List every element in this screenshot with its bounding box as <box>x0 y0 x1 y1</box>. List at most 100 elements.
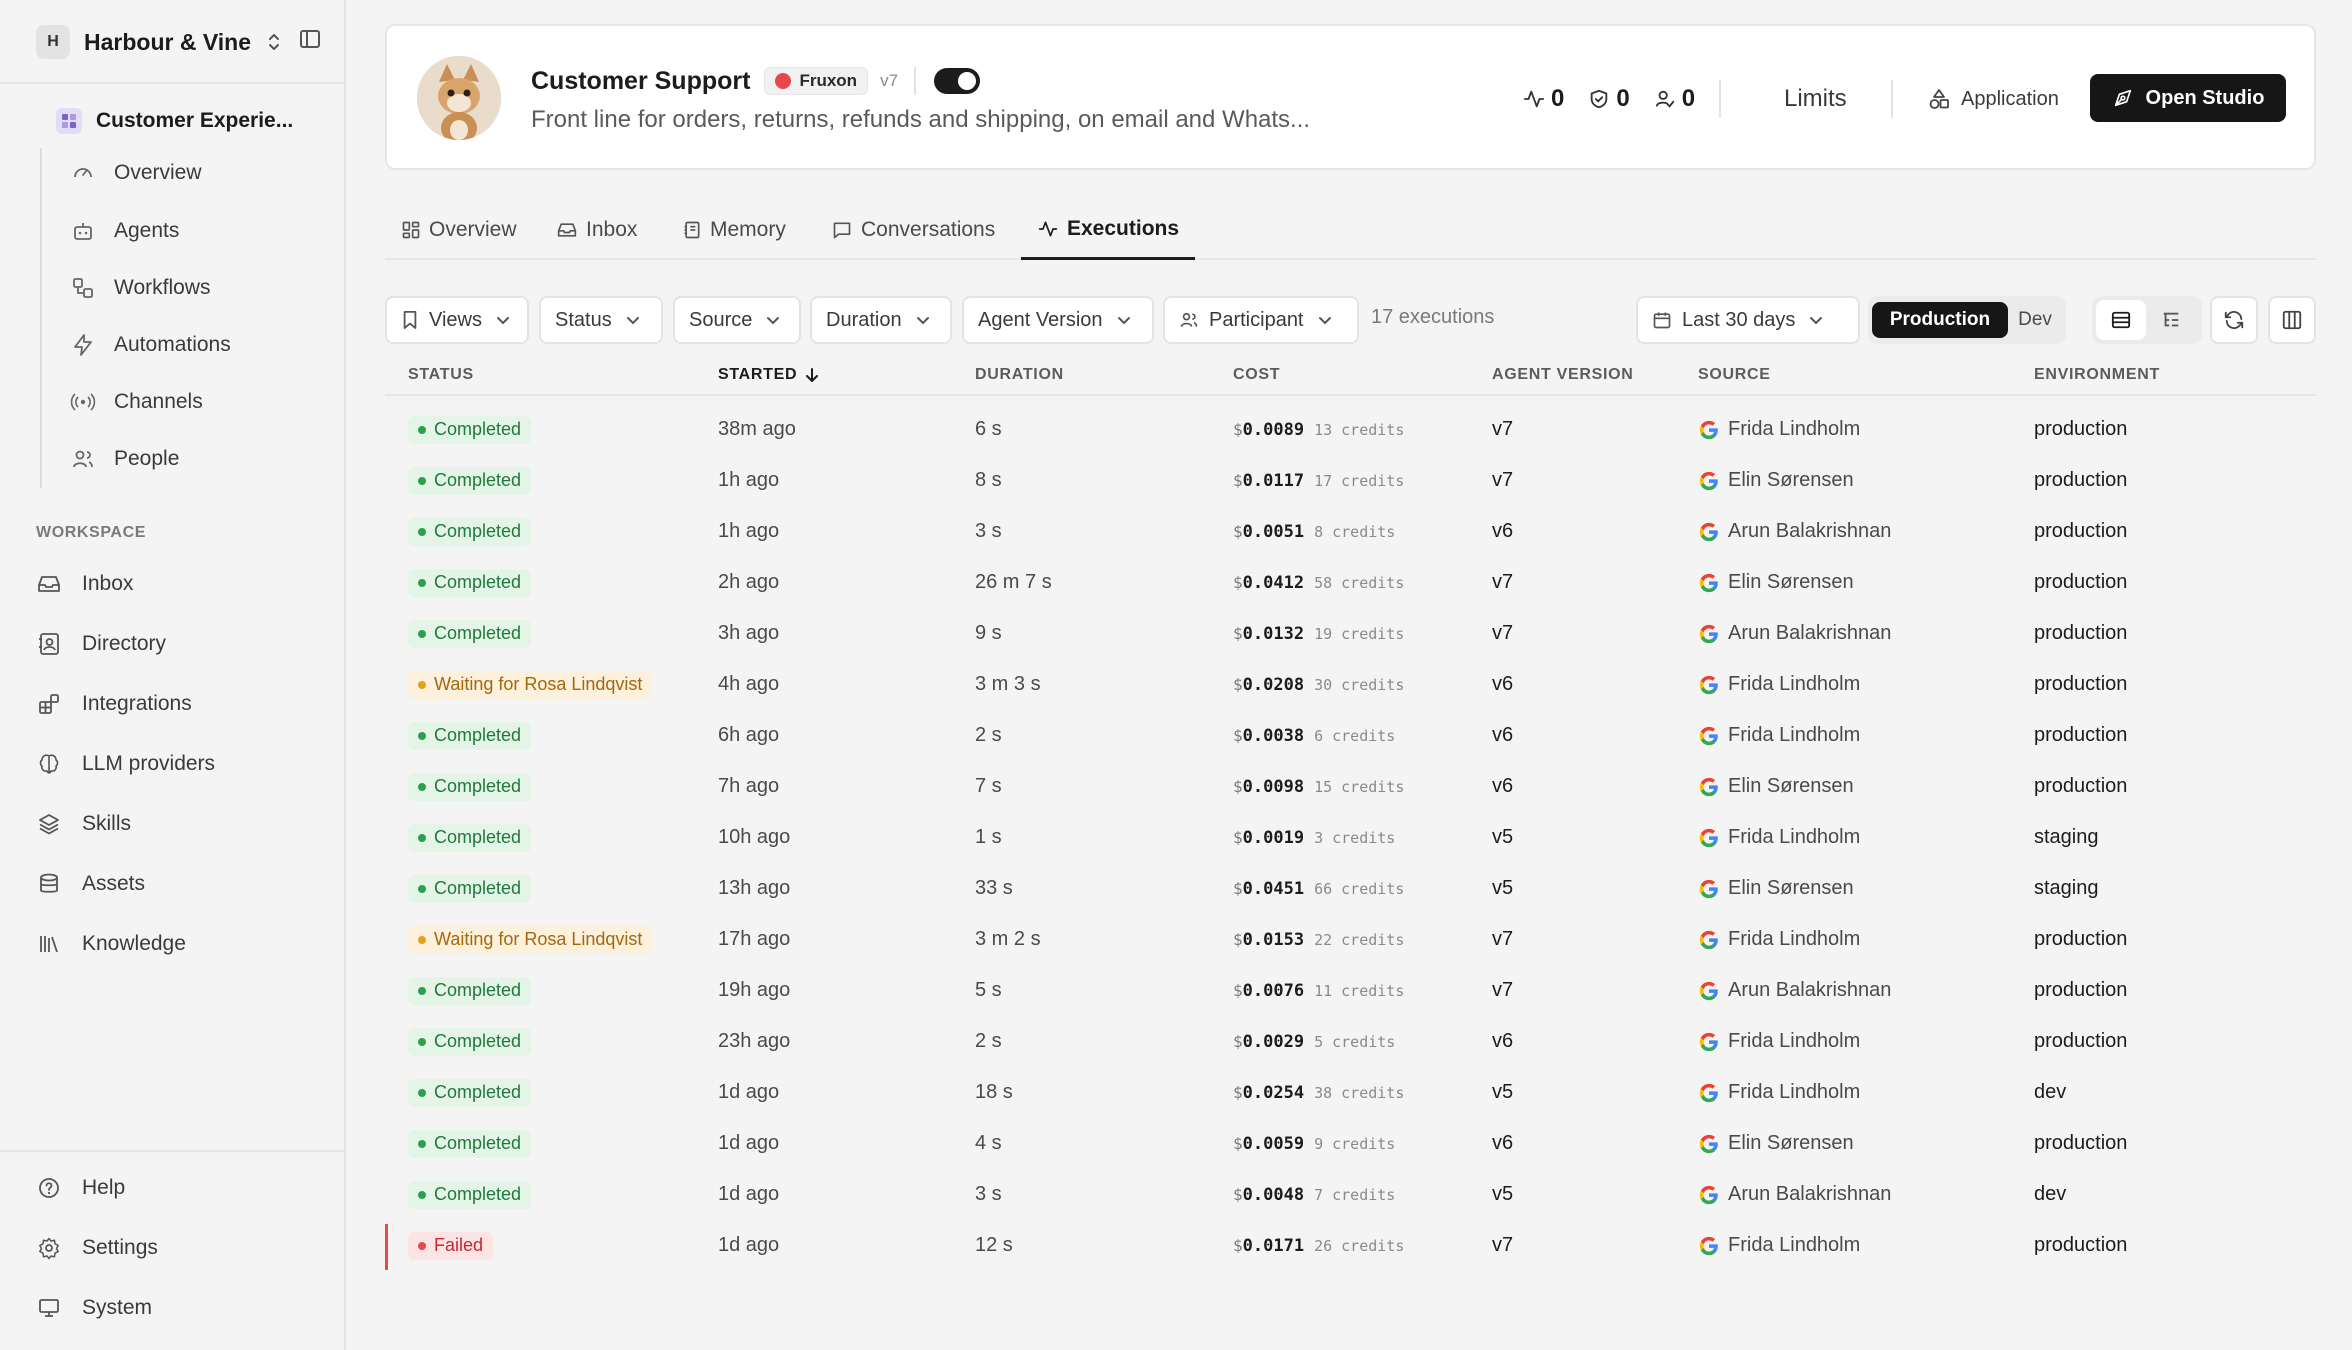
date-range-button[interactable]: Last 30 days <box>1636 296 1860 344</box>
tree-view-icon[interactable] <box>2146 300 2196 340</box>
participant-filter-button[interactable]: Participant <box>1163 296 1359 344</box>
tab-memory[interactable]: Memory <box>666 200 802 260</box>
table-row[interactable]: Completed 19h ago 5 s $0.0076 11 credits v7 Ar… <box>385 965 2316 1016</box>
status-filter-button[interactable]: Status <box>539 296 663 344</box>
table-row[interactable]: Failed 1d ago 12 s $0.0171 26 credits v7 Frida… <box>385 1220 2316 1271</box>
org-switcher[interactable]: H Harbour & Vine <box>36 24 326 60</box>
google-icon <box>1699 1185 1718 1204</box>
sidebar-item-settings[interactable]: Settings <box>34 1228 158 1268</box>
column-started[interactable]: STARTED <box>718 356 819 394</box>
status-text: Completed <box>434 572 522 592</box>
status-dot-icon <box>418 833 426 842</box>
table-row[interactable]: Completed 1d ago 3 s $0.0048 7 credits v5 Arun… <box>385 1169 2316 1220</box>
environment-cell: production <box>2034 928 2128 950</box>
sidebar-item-knowledge[interactable]: Knowledge <box>34 924 186 964</box>
sidebar-item-integrations[interactable]: Integrations <box>34 684 192 724</box>
source-name: Arun Balakrishnan <box>1728 1183 1892 1205</box>
table-row[interactable]: Completed 3h ago 9 s $0.0132 19 credits v7 Aru… <box>385 608 2316 659</box>
column-environment[interactable]: ENVIRONMENT <box>2034 356 2160 394</box>
sidebar-item-overview[interactable]: Overview <box>68 153 202 193</box>
sidebar-item-agents[interactable]: Agents <box>68 211 179 251</box>
table-row[interactable]: Waiting for Rosa Lindqvist 17h ago 3 m 2 s… <box>385 914 2316 965</box>
sidebar-footer-divider <box>0 1150 346 1152</box>
radio-icon <box>68 387 98 417</box>
limits-button[interactable]: Limits <box>1784 80 1847 118</box>
columns-button[interactable] <box>2268 296 2316 344</box>
tab-inbox[interactable]: Inbox <box>540 200 653 260</box>
table-row[interactable]: Completed 38m ago 6 s $0.0089 13 credits v7 Fr… <box>385 404 2316 455</box>
org-name: Harbour & Vine <box>84 28 251 55</box>
tab-executions[interactable]: Executions <box>1021 200 1196 260</box>
sidebar-item-channels[interactable]: Channels <box>68 382 203 422</box>
agent-version-cell: v5 <box>1492 1183 1514 1205</box>
application-button[interactable]: Application <box>1927 80 2059 118</box>
agent-version-filter-button[interactable]: Agent Version <box>962 296 1154 344</box>
sidebar-item-inbox[interactable]: Inbox <box>34 564 133 604</box>
limits-divider <box>1891 80 1893 118</box>
source-name: Frida Lindholm <box>1728 1234 1861 1256</box>
refresh-button[interactable] <box>2210 296 2258 344</box>
duration-cell: 5 s <box>975 979 1002 1001</box>
sidebar-item-skills[interactable]: Skills <box>34 804 131 844</box>
stat-users[interactable]: 0 <box>1654 85 1695 113</box>
table-row[interactable]: Completed 10h ago 1 s $0.0019 3 credits v5 Fri… <box>385 812 2316 863</box>
agent-version-cell: v6 <box>1492 1132 1514 1154</box>
shapes-icon <box>1929 89 1949 109</box>
cost-credits: 58 credits <box>1314 573 1405 592</box>
status-cell: Failed <box>408 1220 494 1271</box>
stat-guardrails[interactable]: 0 <box>1588 85 1630 113</box>
status-cell: Completed <box>408 863 532 914</box>
sidebar-item-assets[interactable]: Assets <box>34 864 145 904</box>
sidebar-item-help[interactable]: Help <box>34 1168 125 1208</box>
started-cell: 10h ago <box>718 826 791 848</box>
project-customer-experience[interactable]: Customer Experie... <box>56 104 293 138</box>
table-row[interactable]: Completed 7h ago 7 s $0.0098 15 credits v6 Eli… <box>385 761 2316 812</box>
agent-enabled-toggle[interactable] <box>934 68 981 94</box>
column-status[interactable]: STATUS <box>408 356 474 394</box>
source-name: Arun Balakrishnan <box>1728 622 1892 644</box>
source-filter-button[interactable]: Source <box>673 296 801 344</box>
sidebar-item-directory[interactable]: Directory <box>34 624 166 664</box>
env-production-option[interactable]: Production <box>1872 302 2008 338</box>
sidebar-item-people[interactable]: People <box>68 439 179 479</box>
sidebar-item-workflows[interactable]: Workflows <box>68 268 210 308</box>
started-cell: 17h ago <box>718 928 791 950</box>
open-studio-button[interactable]: Open Studio <box>2090 74 2286 122</box>
cost-cell: $0.0153 22 credits <box>1233 914 1404 965</box>
table-row[interactable]: Waiting for Rosa Lindqvist 4h ago 3 m 3 s $… <box>385 659 2316 710</box>
column-source[interactable]: SOURCE <box>1698 356 1771 394</box>
status-text: Completed <box>434 980 522 1000</box>
table-row[interactable]: Completed 13h ago 33 s $0.0451 66 credits v5 E… <box>385 863 2316 914</box>
stat-activity[interactable]: 0 <box>1523 85 1564 113</box>
currency-symbol: $ <box>1233 981 1243 1000</box>
table-row[interactable]: Completed 6h ago 2 s $0.0038 6 credits v6 Frid… <box>385 710 2316 761</box>
views-filter-button[interactable]: Views <box>385 296 529 344</box>
table-row[interactable]: Completed 1d ago 18 s $0.0254 38 credits v5 Fr… <box>385 1067 2316 1118</box>
tab-overview[interactable]: Overview <box>385 200 533 260</box>
column-agent-version[interactable]: AGENT VERSION <box>1492 356 1634 394</box>
source-cell: Frida Lindholm <box>1698 812 1860 863</box>
duration-filter-button[interactable]: Duration <box>810 296 952 344</box>
sidebar-item-system[interactable]: System <box>34 1288 152 1328</box>
table-row[interactable]: Completed 23h ago 2 s $0.0029 5 credits v6 Fri… <box>385 1016 2316 1067</box>
sidebar-item-automations[interactable]: Automations <box>68 325 231 365</box>
cost-credits: 22 credits <box>1314 930 1405 949</box>
table-view-icon[interactable] <box>2096 300 2146 340</box>
environment-cell: production <box>2034 673 2128 695</box>
sidebar-item-llm-providers[interactable]: LLM providers <box>34 744 215 784</box>
table-row[interactable]: Completed 2h ago 26 m 7 s $0.0412 58 credits… <box>385 557 2316 608</box>
cost-credits: 8 credits <box>1314 522 1396 541</box>
table-row[interactable]: Completed 1h ago 8 s $0.0117 17 credits v7 Eli… <box>385 455 2316 506</box>
google-icon <box>1699 1236 1718 1255</box>
tab-conversations[interactable]: Conversations <box>815 200 1011 260</box>
currency-symbol: $ <box>1233 930 1243 949</box>
table-row[interactable]: Completed 1h ago 3 s $0.0051 8 credits v6 Arun… <box>385 506 2316 557</box>
column-duration[interactable]: DURATION <box>975 356 1064 394</box>
env-dev-option[interactable]: Dev <box>2008 302 2062 338</box>
column-cost[interactable]: COST <box>1233 356 1280 394</box>
source-cell: Elin Sørensen <box>1698 557 1854 608</box>
sidebar-toggle-icon[interactable] <box>298 27 324 53</box>
tab-label: Inbox <box>586 218 638 241</box>
source-name: Frida Lindholm <box>1728 826 1861 848</box>
table-row[interactable]: Completed 1d ago 4 s $0.0059 9 credits v6 Elin… <box>385 1118 2316 1169</box>
